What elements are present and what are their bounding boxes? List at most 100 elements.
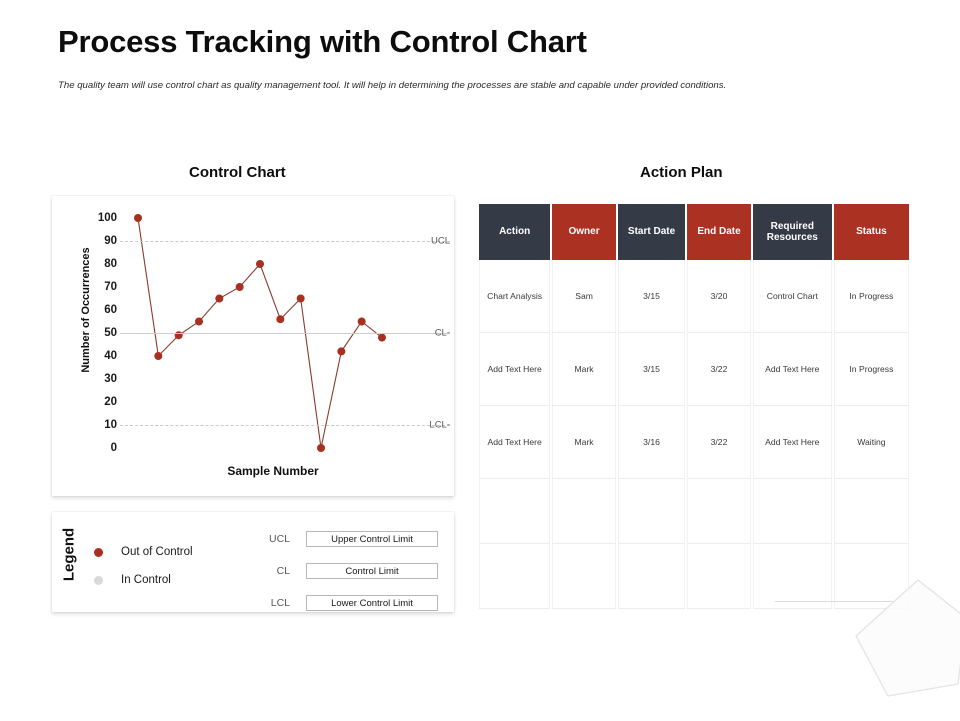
limit-legend-list: UCL Upper Control Limit CL Control Limit…	[248, 526, 438, 622]
data-point[interactable]	[134, 214, 142, 222]
table-row	[479, 479, 909, 544]
table-cell	[552, 479, 616, 544]
table-cell	[479, 479, 551, 544]
action-plan-table: Action Owner Start Date End Date Required Re…	[477, 204, 911, 609]
table-cell: Mark	[552, 406, 616, 479]
y-axis-tick-label: 100	[97, 212, 117, 224]
data-point[interactable]	[235, 283, 244, 291]
upper-control-limit-box: Upper Control Limit	[306, 531, 438, 547]
table-cell: 3/15	[617, 333, 686, 406]
legend-marker-list: Out of Control In Control	[94, 538, 193, 594]
table-cell: 3/22	[687, 406, 751, 479]
data-point[interactable]	[337, 347, 346, 356]
y-axis-tick-label: 30	[104, 373, 117, 385]
action-plan-table-head: Action Owner Start Date End Date Required Re…	[479, 204, 909, 260]
action-plan-section-title: Action Plan	[640, 164, 723, 181]
legend-item: Out of Control	[94, 538, 193, 566]
y-axis-tick-label: 50	[104, 327, 117, 339]
table-cell	[479, 544, 551, 609]
y-axis-tick-label: 20	[104, 396, 117, 408]
table-cell: 3/20	[687, 260, 751, 333]
table-column-header: Start Date	[617, 204, 686, 260]
table-row: Chart Analysis Sam 3/15 3/20 Control Chart In…	[479, 260, 909, 333]
legend-vertical-label: Legend	[60, 527, 78, 582]
data-point[interactable]	[154, 352, 163, 360]
action-plan-table-body: Chart Analysis Sam 3/15 3/20 Control Chart In…	[479, 260, 909, 609]
y-axis-tick-label: 80	[104, 258, 117, 270]
control-chart-section-title: Control Chart	[189, 164, 286, 181]
control-limit-label-cl: CL-	[434, 327, 450, 339]
data-point[interactable]	[215, 294, 224, 303]
limit-legend-item: LCL Lower Control Limit	[248, 590, 438, 616]
table-cell: 3/16	[617, 406, 686, 479]
data-point[interactable]	[378, 333, 386, 342]
in-control-dot-icon	[94, 575, 103, 585]
table-column-header: Action	[479, 204, 551, 260]
data-point[interactable]	[317, 444, 325, 452]
y-axis-tick-label: 10	[104, 419, 117, 431]
data-point[interactable]	[296, 294, 305, 303]
out-of-control-dot-icon	[94, 547, 103, 557]
table-cell: In Progress	[833, 260, 909, 333]
table-cell	[552, 544, 616, 609]
table-row: Add Text Here Mark 3/15 3/22 Add Text Here In…	[479, 333, 909, 406]
table-cell: Mark	[552, 333, 616, 406]
table-column-header: Status	[833, 204, 909, 260]
y-axis-tick-label: 40	[104, 350, 117, 362]
table-cell: Waiting	[833, 406, 909, 479]
data-point[interactable]	[357, 317, 366, 326]
table-column-header: Owner	[552, 204, 616, 260]
table-column-header: End Date	[687, 204, 751, 260]
table-cell: 3/15	[617, 260, 686, 333]
table-cell: Sam	[552, 260, 616, 333]
table-cell: Chart Analysis	[479, 260, 551, 333]
table-row	[479, 544, 909, 609]
table-cell: In Progress	[833, 333, 909, 406]
limit-legend-item: CL Control Limit	[248, 558, 438, 584]
table-cell: Add Text Here	[752, 406, 832, 479]
control-limit-line-ucl	[120, 241, 450, 242]
control-chart-card: Number of Occurrences 100 90 80 70 60 50 40 30 2…	[52, 196, 454, 496]
legend-item-label: In Control	[121, 574, 171, 586]
legend-card: Legend Out of Control In Control UCL Upp…	[52, 512, 454, 612]
control-limit-label-ucl: UCL	[430, 235, 450, 247]
table-cell	[687, 479, 751, 544]
table-cell	[687, 544, 751, 609]
table-cell: Control Chart	[752, 260, 832, 333]
control-limit-line-cl	[120, 333, 450, 334]
y-axis-title: Number of Occurrences	[80, 247, 92, 373]
legend-item-label: Out of Control	[121, 546, 193, 558]
table-header-row: Action Owner Start Date End Date Required Re…	[479, 204, 909, 260]
legend-item: In Control	[94, 566, 193, 594]
limit-abbr: UCL	[268, 533, 290, 545]
control-limit-label-lcl: LCL-	[429, 419, 450, 431]
table-cell	[752, 544, 832, 609]
page-title: Process Tracking with Control Chart	[58, 24, 587, 59]
control-limit-box: Control Limit	[306, 563, 438, 579]
table-cell	[617, 544, 686, 609]
lower-control-limit-box: Lower Control Limit	[306, 595, 438, 611]
table-cell	[833, 479, 909, 544]
table-cell: 3/22	[687, 333, 751, 406]
table-cell	[752, 479, 832, 544]
decorative-line	[775, 601, 895, 602]
table-cell	[617, 479, 686, 544]
data-point[interactable]	[256, 260, 264, 268]
table-column-header: Required Resources	[752, 204, 832, 260]
data-point[interactable]	[276, 315, 285, 324]
chart-plot-area: 100 90 80 70 60 50 40 30 20 10 0 UCL CL- LCL-	[98, 212, 450, 454]
table-cell: Add Text Here	[479, 406, 551, 479]
limit-abbr: LCL	[270, 597, 290, 609]
y-axis-tick-label: 60	[104, 304, 117, 316]
page-subtitle: The quality team will use control chart …	[58, 80, 727, 91]
y-axis-tick-label: 0	[110, 442, 117, 454]
limit-abbr: CL	[276, 565, 290, 577]
data-point[interactable]	[195, 317, 203, 326]
table-cell	[833, 544, 909, 609]
limit-legend-item: UCL Upper Control Limit	[248, 526, 438, 552]
control-limit-line-lcl	[120, 425, 450, 426]
table-cell: Add Text Here	[479, 333, 551, 406]
table-row: Add Text Here Mark 3/16 3/22 Add Text Here Wa…	[479, 406, 909, 479]
x-axis-title: Sample Number	[227, 464, 319, 478]
table-cell: Add Text Here	[752, 333, 832, 406]
